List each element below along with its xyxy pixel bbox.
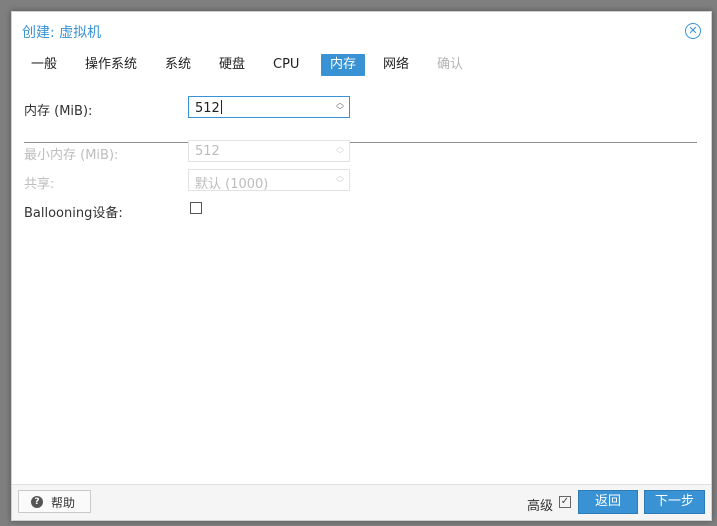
next-button[interactable]: 下一步 bbox=[644, 490, 705, 514]
memory-label: 内存 (MiB): bbox=[24, 104, 93, 119]
shares-input: 默认 (1000) ︿ ﹀ bbox=[188, 169, 350, 192]
wizard-tabs: 一般 操作系统 系统 硬盘 CPU 内存 网络 确认 bbox=[22, 54, 711, 78]
tab-os[interactable]: 操作系统 bbox=[76, 54, 146, 76]
tab-network[interactable]: 网络 bbox=[374, 54, 418, 76]
tab-memory[interactable]: 内存 bbox=[321, 54, 366, 76]
help-button[interactable]: ? 帮助 bbox=[18, 490, 91, 513]
tab-system[interactable]: 系统 bbox=[156, 54, 200, 76]
tab-disk[interactable]: 硬盘 bbox=[210, 54, 254, 76]
tab-confirm: 确认 bbox=[437, 57, 464, 72]
shares-label: 共享: bbox=[24, 177, 55, 192]
advanced-label: 高级 bbox=[527, 499, 554, 514]
back-button[interactable]: 返回 bbox=[578, 490, 638, 514]
tab-general[interactable]: 一般 bbox=[22, 54, 66, 76]
shares-value: 默认 (1000) bbox=[195, 177, 269, 192]
min-memory-input: 512 ︿ ﹀ bbox=[188, 140, 350, 162]
chevron-down-icon: ﹀ bbox=[336, 150, 344, 159]
dialog-footer: ? 帮助 高级 ✓ 返回 下一步 bbox=[12, 484, 711, 520]
chevron-down-icon[interactable]: ﹀ bbox=[336, 107, 344, 115]
memory-row: 内存 (MiB): 512 ︿ ﹀ bbox=[24, 96, 364, 120]
min-memory-row: 最小内存 (MiB): 512 ︿ ﹀ bbox=[24, 140, 364, 164]
min-memory-label: 最小内存 (MiB): bbox=[24, 148, 119, 163]
dialog-title: 创建: 虚拟机 bbox=[22, 25, 102, 41]
memory-input[interactable]: 512 ︿ ﹀ bbox=[188, 96, 350, 118]
shares-row: 共享: 默认 (1000) ︿ ﹀ bbox=[24, 169, 364, 193]
memory-input-value: 512 bbox=[195, 100, 222, 116]
min-memory-value: 512 bbox=[195, 144, 220, 159]
tab-cpu[interactable]: CPU bbox=[264, 54, 308, 76]
ballooning-checkbox[interactable] bbox=[190, 202, 202, 214]
ballooning-row: Ballooning设备: bbox=[24, 198, 364, 222]
question-circle-icon: ? bbox=[31, 496, 43, 508]
advanced-checkbox[interactable]: ✓ bbox=[559, 496, 571, 508]
ballooning-label: Ballooning设备: bbox=[24, 206, 123, 221]
help-label: 帮助 bbox=[51, 496, 76, 510]
chevron-down-icon: ﹀ bbox=[336, 179, 344, 188]
dialog-titlebar: 创建: 虚拟机 ✕ bbox=[12, 12, 711, 50]
create-vm-dialog: 创建: 虚拟机 ✕ 一般 操作系统 系统 硬盘 CPU 内存 网络 确认 内存 … bbox=[11, 11, 712, 521]
close-icon[interactable]: ✕ bbox=[685, 23, 701, 39]
